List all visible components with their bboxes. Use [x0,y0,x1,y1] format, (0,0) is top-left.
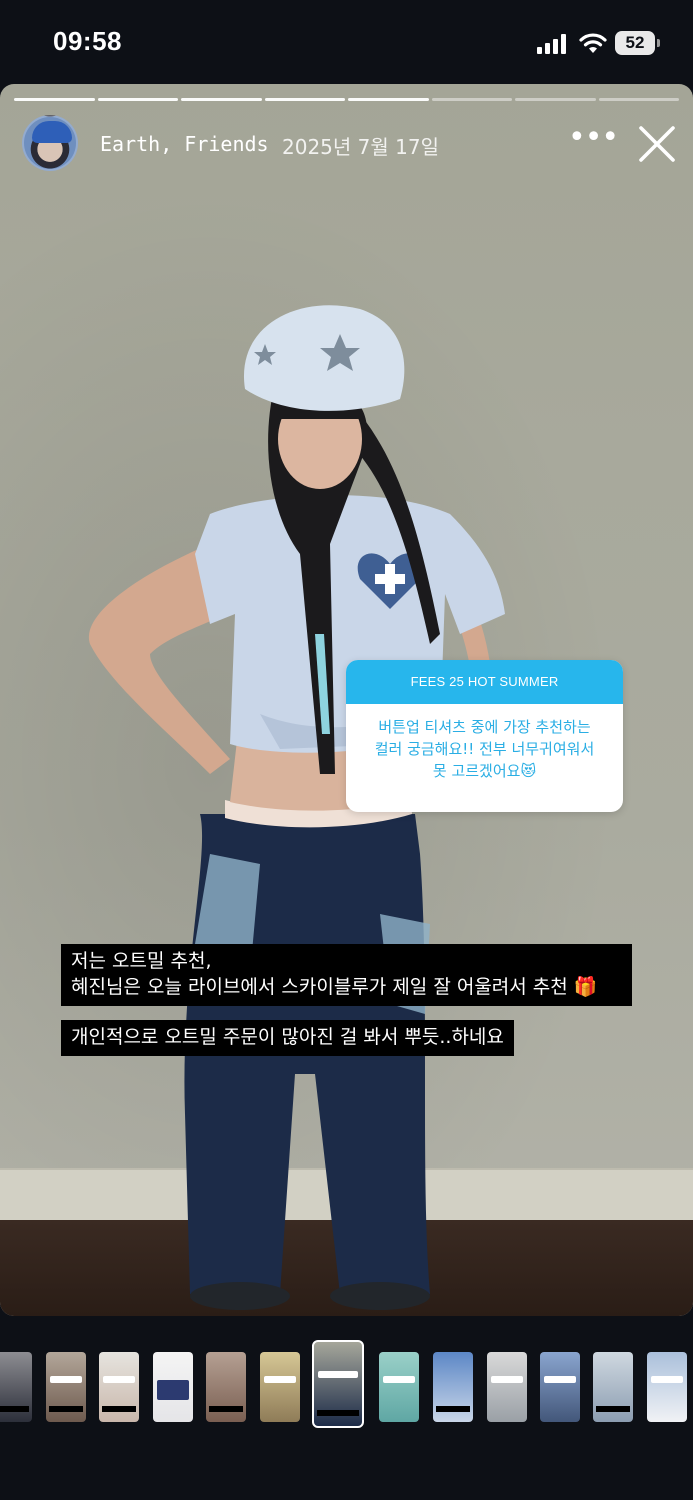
cellular-signal-icon [537,34,566,54]
story-thumbnail[interactable] [260,1352,300,1422]
story-thumbnail[interactable] [153,1352,193,1422]
question-line-1: 버튼업 티셔츠 중에 가장 추천하는 [378,718,591,736]
story-thumbnail[interactable] [540,1352,580,1422]
clock: 09:58 [53,26,122,56]
battery-icon: 52 [615,31,661,55]
progress-segment [264,98,345,101]
close-icon[interactable] [637,124,677,164]
progress-segment [431,98,512,101]
progress-segment [348,98,429,101]
story-thumbnail[interactable] [206,1352,246,1422]
question-sticker-title: FEES 25 HOT SUMMER [346,660,623,704]
progress-segment [181,98,262,101]
caption-block-2: 개인적으로 오트밀 주문이 많아진 걸 봐서 뿌듯..하네요 [61,1020,514,1056]
story-thumbnail[interactable] [46,1352,86,1422]
story-thumbnail[interactable] [379,1352,419,1422]
question-sticker[interactable]: FEES 25 HOT SUMMER 버튼업 티셔츠 중에 가장 추천하는 컬러… [346,660,623,812]
status-bar: 09:58 52 [0,0,693,84]
battery-level: 52 [625,33,645,52]
story-thumbnail[interactable] [99,1352,139,1422]
story-thumbnail[interactable] [433,1352,473,1422]
story-username[interactable]: Earth, Friends [100,132,269,156]
caption-block-1: 저는 오트밀 추천, 혜진님은 오늘 라이브에서 스카이블루가 제일 잘 어울려… [61,944,632,1006]
profile-avatar[interactable] [22,115,78,171]
question-sticker-body: 버튼업 티셔츠 중에 가장 추천하는 컬러 궁금해요!! 전부 너무귀여워서 못… [346,704,623,782]
progress-segment [97,98,178,101]
story-thumbnail[interactable] [593,1352,633,1422]
story-thumbnail[interactable] [0,1352,32,1422]
story-thumbnail-tray [0,1338,693,1438]
more-options-icon[interactable]: ••• [568,123,619,158]
progress-segment [598,98,679,101]
caption-line-2: 혜진님은 오늘 라이브에서 스카이블루가 제일 잘 어울려서 추천 🎁 [71,976,598,998]
story-thumbnail[interactable] [647,1352,687,1422]
question-line-2: 컬러 궁금해요!! 전부 너무귀여워서 [374,740,595,758]
caption-line-1: 저는 오트밀 추천, [71,950,212,972]
story-date: 2025년 7월 17일 [282,135,439,159]
story-progress-bar [14,98,679,101]
story-thumbnail-current[interactable] [312,1340,364,1428]
caption-line-3: 개인적으로 오트밀 주문이 많아진 걸 봐서 뿌듯..하네요 [71,1026,504,1048]
wifi-icon [579,33,607,53]
question-line-3: 못 고르겠어요😻 [432,762,537,780]
story-thumbnail[interactable] [487,1352,527,1422]
progress-segment [14,98,95,101]
progress-segment [515,98,596,101]
story-viewer[interactable]: Earth, Friends 2025년 7월 17일 ••• FEES 25 … [0,84,693,1316]
